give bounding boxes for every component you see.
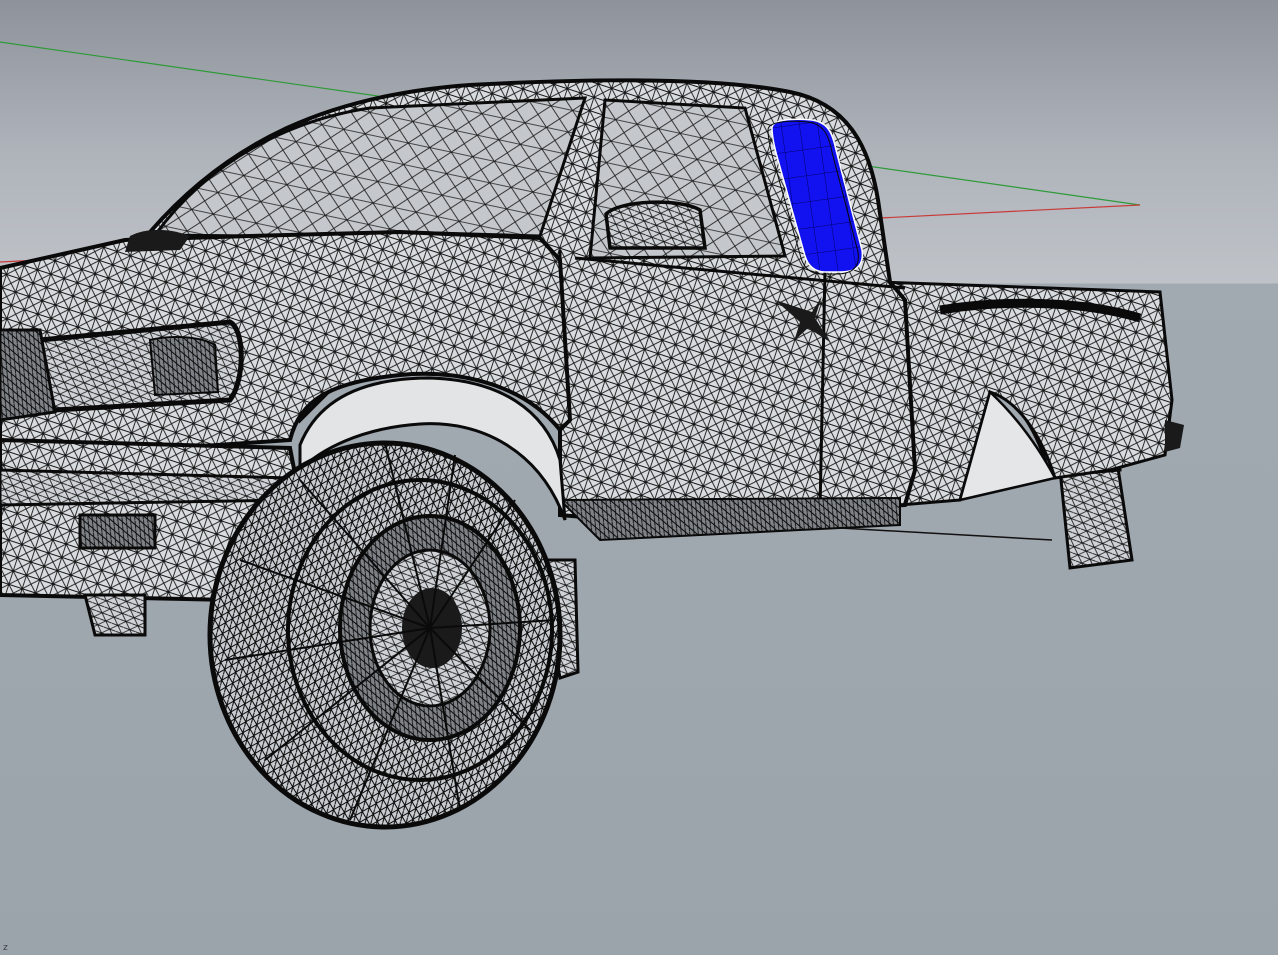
side-mirror: [604, 200, 707, 250]
front-wheel[interactable]: [207, 440, 563, 830]
ground-edge-line: [839, 527, 1053, 541]
truck-bed[interactable]: [875, 280, 1184, 507]
wireframe-scene[interactable]: [0, 0, 1278, 955]
headlight: [36, 319, 244, 413]
3d-viewport[interactable]: z: [0, 0, 1278, 955]
z-axis-indicator: z: [3, 943, 8, 953]
